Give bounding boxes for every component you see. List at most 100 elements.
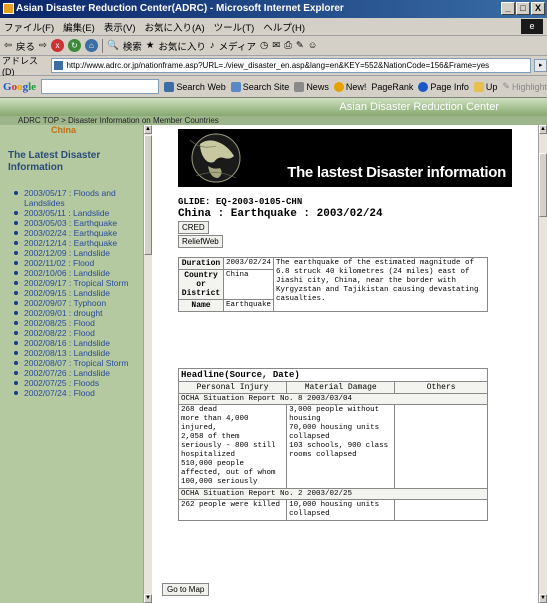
highlight-button[interactable]: ✎ Highlight xyxy=(502,81,547,92)
disaster-list-item[interactable]: 2002/09/15 : Landslide xyxy=(14,288,134,298)
disaster-list-item[interactable]: 2002/08/07 : Tropical Storm xyxy=(14,358,134,368)
news-button[interactable]: News xyxy=(294,81,329,92)
country-label: China xyxy=(50,125,76,135)
forward-arrow-icon[interactable]: ⇨ xyxy=(39,40,47,51)
maximize-button[interactable]: □ xyxy=(516,2,530,15)
event-title: China : Earthquake : 2003/02/24 xyxy=(178,208,383,220)
glide-number: GLIDE: EQ-2003-0105-CHN xyxy=(178,197,302,207)
highlight-icon: ✎ xyxy=(502,81,510,91)
scroll-up-arrow-icon[interactable]: ▲ xyxy=(539,125,547,134)
scroll-up-arrow-icon[interactable]: ▲ xyxy=(144,125,152,134)
breadcrumb-adrc-top[interactable]: ADRC TOP xyxy=(18,116,59,125)
ie-app-icon xyxy=(3,3,14,14)
edit-icon[interactable]: ✎ xyxy=(296,40,304,51)
sidebar-scroll-thumb[interactable] xyxy=(144,135,152,255)
menu-file[interactable]: ファイル(F) xyxy=(4,20,54,34)
glide-label: GLIDE: xyxy=(178,197,211,207)
menu-view[interactable]: 表示(V) xyxy=(104,20,136,34)
disaster-list-item[interactable]: 2002/09/07 : Typhoon xyxy=(14,298,134,308)
folder-up-icon xyxy=(473,81,484,92)
close-button[interactable]: X xyxy=(531,2,545,15)
toolbar-divider xyxy=(101,38,103,53)
disaster-list-item[interactable]: 2002/08/25 : Flood xyxy=(14,318,134,328)
address-dropdown-button[interactable]: ▸ xyxy=(534,59,547,72)
disaster-list-item[interactable]: 2002/08/22 : Flood xyxy=(14,328,134,338)
menu-edit[interactable]: 編集(E) xyxy=(63,20,95,34)
mail-icon[interactable]: ✉ xyxy=(272,40,280,51)
google-logo[interactable]: Google xyxy=(3,81,36,93)
disaster-list-item[interactable]: 2003/05/11 : Landslide xyxy=(14,208,134,218)
search-icon[interactable]: 🔍 xyxy=(107,40,119,51)
new-button[interactable]: New! xyxy=(333,81,366,92)
google-search-input[interactable] xyxy=(41,79,160,94)
headline-title: Headline(Source, Date) xyxy=(178,368,488,382)
disaster-list-item[interactable]: 2002/12/14 : Earthquake xyxy=(14,238,134,248)
disaster-list-item[interactable]: 2002/07/26 : Landslide xyxy=(14,368,134,378)
material-damage-cell: 10,000 housing units collapsed xyxy=(286,499,396,521)
country-district-label: Country or District xyxy=(178,269,224,300)
main-scrollbar[interactable]: ▲ ▼ xyxy=(538,125,547,603)
back-arrow-icon[interactable]: ⇦ xyxy=(4,40,12,51)
disaster-list-item[interactable]: 2003/05/17 : Floods and Landslides xyxy=(14,188,134,208)
media-icon[interactable]: ♪ xyxy=(210,40,215,51)
favorites-icon[interactable]: ★ xyxy=(146,40,155,51)
window-title-bar: Asian Disaster Reduction Center(ADRC) - … xyxy=(0,0,547,18)
search-web-icon xyxy=(164,81,175,92)
back-button[interactable]: 戻る xyxy=(16,39,35,53)
search-site-icon xyxy=(230,81,241,92)
page-info-button[interactable]: Page Info xyxy=(418,81,469,92)
home-icon[interactable]: ⌂ xyxy=(84,39,98,52)
duration-value: 2003/02/24 xyxy=(222,257,275,270)
print-icon[interactable]: ⎙ xyxy=(284,40,292,51)
pagerank-indicator[interactable]: PageRank xyxy=(371,82,413,92)
sidebar-heading: The Latest Disaster Information xyxy=(8,150,101,173)
cred-button[interactable]: CRED xyxy=(178,221,209,234)
breadcrumb-separator: > xyxy=(61,116,66,125)
scroll-down-arrow-icon[interactable]: ▼ xyxy=(144,594,152,603)
window-title: Asian Disaster Reduction Center(ADRC) - … xyxy=(16,3,344,14)
news-icon xyxy=(294,81,305,92)
main-scroll-thumb[interactable] xyxy=(539,153,547,217)
disaster-list-item[interactable]: 2002/12/09 : Landslide xyxy=(14,248,134,258)
disaster-list-item[interactable]: 2002/10/06 : Landslide xyxy=(14,268,134,278)
media-button[interactable]: メディア xyxy=(219,39,256,53)
disaster-list-item[interactable]: 2002/08/16 : Landslide xyxy=(14,338,134,348)
disaster-list-item[interactable]: 2002/11/02 : Flood xyxy=(14,258,134,268)
disaster-list-item[interactable]: 2003/02/24 : Earthquake xyxy=(14,228,134,238)
disaster-list-item[interactable]: 2002/09/01 : drought xyxy=(14,308,134,318)
menu-help[interactable]: ヘルプ(H) xyxy=(263,20,305,34)
name-label: Name xyxy=(178,299,224,312)
main-panel: The lastest Disaster information GLIDE: … xyxy=(152,125,538,603)
scroll-down-arrow-icon[interactable]: ▼ xyxy=(539,594,547,603)
disaster-list-item[interactable]: 2002/09/17 : Tropical Storm xyxy=(14,278,134,288)
search-button[interactable]: 検索 xyxy=(123,39,142,53)
refresh-icon[interactable]: ↻ xyxy=(67,39,81,52)
favorites-button[interactable]: お気に入り xyxy=(158,39,206,53)
history-icon[interactable]: ◷ xyxy=(260,40,268,51)
stop-icon[interactable]: x xyxy=(50,39,64,52)
messenger-icon[interactable]: ☺ xyxy=(308,40,318,51)
address-bar: アドレス(D) http://www.adrc.or.jp/nationfram… xyxy=(0,56,547,77)
menu-bar: ファイル(F) 編集(E) 表示(V) お気に入り(A) ツール(T) ヘルプ(… xyxy=(0,18,547,36)
reliefweb-button[interactable]: ReliefWeb xyxy=(178,235,223,248)
ie-logo-icon: e xyxy=(521,19,543,34)
go-to-map-button[interactable]: Go to Map xyxy=(162,583,210,596)
search-site-button[interactable]: Search Site xyxy=(230,81,289,92)
disaster-list-item[interactable]: 2002/07/25 : Floods xyxy=(14,378,134,388)
menu-tools[interactable]: ツール(T) xyxy=(214,20,255,34)
up-button[interactable]: Up xyxy=(473,81,497,92)
disaster-list-item[interactable]: 2002/08/13 : Landslide xyxy=(14,348,134,358)
disaster-list-item[interactable]: 2002/07/24 : Flood xyxy=(14,388,134,398)
search-web-button[interactable]: Search Web xyxy=(164,81,226,92)
address-input[interactable]: http://www.adrc.or.jp/nationframe.asp?UR… xyxy=(51,58,532,73)
site-header: Asian Disaster Reduction Center xyxy=(0,98,547,116)
address-url: http://www.adrc.or.jp/nationframe.asp?UR… xyxy=(66,61,490,70)
menu-favorites[interactable]: お気に入り(A) xyxy=(144,20,204,34)
minimize-button[interactable]: _ xyxy=(501,2,515,15)
disaster-list-item[interactable]: 2003/05/03 : Earthquake xyxy=(14,218,134,228)
glide-code-link[interactable]: EQ-2003-0105-CHN xyxy=(216,197,302,207)
report-source-row: OCHA Situation Report No. 2 2003/02/25 xyxy=(178,488,488,500)
sidebar-scrollbar[interactable]: ▲ ▼ xyxy=(143,125,152,603)
breadcrumb-disaster-info[interactable]: Disaster Information on Member Countries xyxy=(68,116,219,125)
globe-map-icon xyxy=(189,133,241,183)
